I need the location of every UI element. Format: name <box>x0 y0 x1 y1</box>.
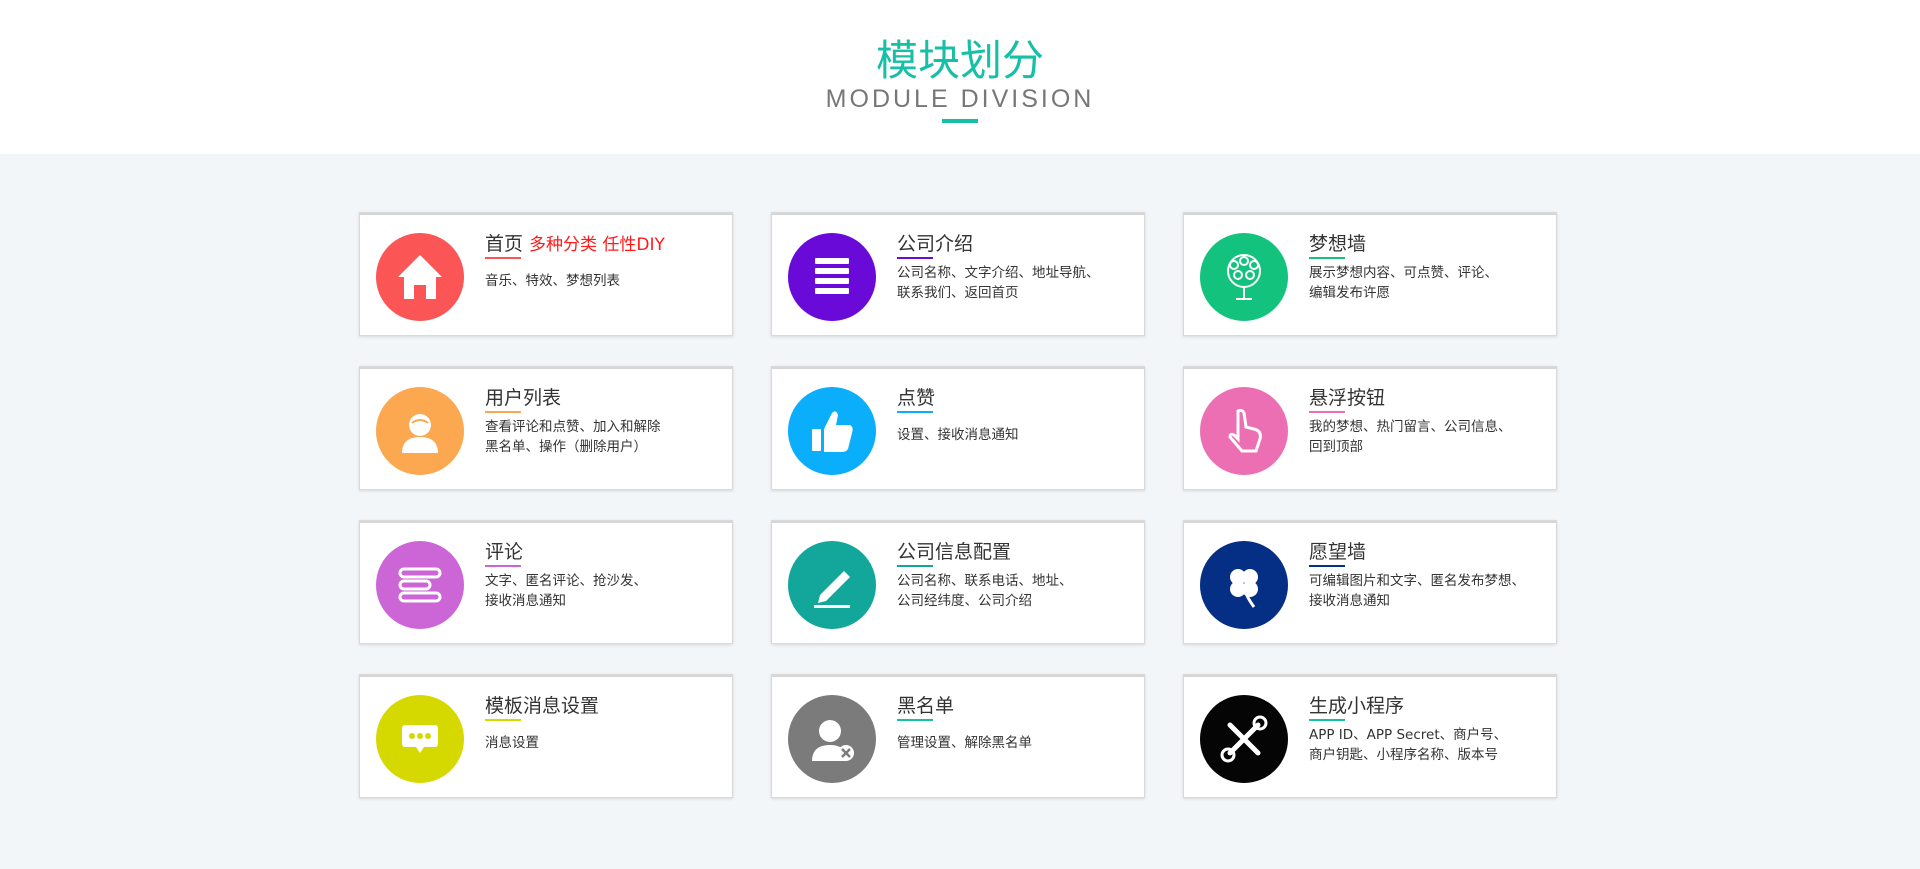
module-description: 文字、匿名评论、抢沙发、 接收消息通知 <box>485 571 725 611</box>
description-line: 公司名称、联系电话、地址、 <box>897 573 1073 589</box>
description-line: APP ID、APP Secret、商户号、 <box>1309 727 1508 743</box>
module-description: 消息设置 <box>485 733 725 753</box>
title-underline <box>897 411 933 413</box>
module-title: 首页 <box>485 231 523 259</box>
user-icon <box>376 387 464 475</box>
module-title-wrap: 用户列表 <box>485 385 561 413</box>
description-line: 接收消息通知 <box>1309 593 1390 609</box>
clover-icon <box>1200 541 1288 629</box>
module-description: 查看评论和点赞、加入和解除 黑名单、操作（删除用户） <box>485 417 725 457</box>
module-description: 音乐、特效、梦想列表 <box>485 271 725 291</box>
module-title-wrap: 生成小程序 <box>1309 693 1404 721</box>
title-underline <box>897 719 933 721</box>
module-title: 生成小程序 <box>1309 693 1404 721</box>
module-description: 公司名称、联系电话、地址、 公司经纬度、公司介绍 <box>897 571 1137 611</box>
title-underline <box>897 565 933 567</box>
tools-icon <box>1200 695 1288 783</box>
description-line: 展示梦想内容、可点赞、评论、 <box>1309 265 1498 281</box>
module-title: 模板消息设置 <box>485 693 599 721</box>
pointer-hand-icon <box>1200 387 1288 475</box>
description-line: 查看评论和点赞、加入和解除 <box>485 419 661 435</box>
description-line: 黑名单、操作（删除用户） <box>485 439 647 455</box>
module-title: 公司信息配置 <box>897 539 1011 567</box>
module-card[interactable]: 愿望墙可编辑图片和文字、匿名发布梦想、 接收消息通知 <box>1183 520 1557 644</box>
module-title-wrap: 公司信息配置 <box>897 539 1011 567</box>
description-line: 公司名称、文字介绍、地址导航、 <box>897 265 1100 281</box>
title-underline <box>1309 257 1345 259</box>
section-title: 模块划分 <box>875 36 1044 85</box>
description-line: 文字、匿名评论、抢沙发、 <box>485 573 647 589</box>
description-line: 接收消息通知 <box>485 593 566 609</box>
comment-lines-icon <box>376 541 464 629</box>
module-title-wrap: 梦想墙 <box>1309 231 1366 259</box>
title-underline <box>942 119 978 123</box>
module-title: 评论 <box>485 539 523 567</box>
description-line: 设置、接收消息通知 <box>897 427 1019 443</box>
chat-bubble-icon <box>376 695 464 783</box>
title-underline <box>485 257 521 259</box>
module-card[interactable]: 模板消息设置消息设置 <box>359 674 733 798</box>
module-description: 设置、接收消息通知 <box>897 425 1137 445</box>
module-title-wrap: 悬浮按钮 <box>1309 385 1385 413</box>
module-card[interactable]: 首页 多种分类 任性DIY 音乐、特效、梦想列表 <box>359 212 733 336</box>
module-title-wrap: 公司介绍 <box>897 231 973 259</box>
description-line: 我的梦想、热门留言、公司信息、 <box>1309 419 1512 435</box>
module-card[interactable]: 黑名单管理设置、解除黑名单 <box>771 674 1145 798</box>
module-description: APP ID、APP Secret、商户号、 商户钥匙、小程序名称、版本号 <box>1309 725 1549 765</box>
section-subtitle: MODULE DIVISION <box>825 85 1095 113</box>
module-card[interactable]: 公司信息配置公司名称、联系电话、地址、 公司经纬度、公司介绍 <box>771 520 1145 644</box>
title-underline <box>1309 411 1345 413</box>
title-underline <box>1309 565 1345 567</box>
description-line: 公司经纬度、公司介绍 <box>897 593 1032 609</box>
module-description: 展示梦想内容、可点赞、评论、 编辑发布许愿 <box>1309 263 1549 303</box>
module-title-wrap: 点赞 <box>897 385 935 413</box>
description-line: 可编辑图片和文字、匿名发布梦想、 <box>1309 573 1525 589</box>
module-card[interactable]: 用户列表查看评论和点赞、加入和解除 黑名单、操作（删除用户） <box>359 366 733 490</box>
module-title: 点赞 <box>897 385 935 413</box>
module-title: 黑名单 <box>897 693 954 721</box>
stack-icon <box>788 233 876 321</box>
module-title-wrap: 评论 <box>485 539 523 567</box>
module-description: 我的梦想、热门留言、公司信息、 回到顶部 <box>1309 417 1549 457</box>
title-underline <box>485 719 521 721</box>
title-underline <box>1309 719 1345 721</box>
description-line: 音乐、特效、梦想列表 <box>485 273 620 289</box>
module-description: 管理设置、解除黑名单 <box>897 733 1137 753</box>
module-card[interactable]: 点赞设置、接收消息通知 <box>771 366 1145 490</box>
user-remove-icon <box>788 695 876 783</box>
description-line: 管理设置、解除黑名单 <box>897 735 1032 751</box>
home-icon <box>376 233 464 321</box>
module-title: 愿望墙 <box>1309 539 1366 567</box>
title-underline <box>897 257 933 259</box>
module-description: 可编辑图片和文字、匿名发布梦想、 接收消息通知 <box>1309 571 1549 611</box>
tree-icon <box>1200 233 1288 321</box>
module-card[interactable]: 梦想墙展示梦想内容、可点赞、评论、 编辑发布许愿 <box>1183 212 1557 336</box>
description-line: 回到顶部 <box>1309 439 1363 455</box>
description-line: 消息设置 <box>485 735 539 751</box>
module-card[interactable]: 悬浮按钮我的梦想、热门留言、公司信息、 回到顶部 <box>1183 366 1557 490</box>
module-title-wrap: 首页 多种分类 任性DIY <box>485 231 665 259</box>
module-title-wrap: 模板消息设置 <box>485 693 599 721</box>
module-title-wrap: 黑名单 <box>897 693 954 721</box>
thumbs-up-icon <box>788 387 876 475</box>
module-highlight: 多种分类 任性DIY <box>529 235 665 255</box>
module-title: 用户列表 <box>485 385 561 413</box>
module-description: 公司名称、文字介绍、地址导航、 联系我们、返回首页 <box>897 263 1137 303</box>
module-title: 悬浮按钮 <box>1309 385 1385 413</box>
module-title-wrap: 愿望墙 <box>1309 539 1366 567</box>
module-card[interactable]: 公司介绍公司名称、文字介绍、地址导航、 联系我们、返回首页 <box>771 212 1145 336</box>
module-card[interactable]: 评论文字、匿名评论、抢沙发、 接收消息通知 <box>359 520 733 644</box>
module-title: 梦想墙 <box>1309 231 1366 259</box>
description-line: 编辑发布许愿 <box>1309 285 1390 301</box>
description-line: 商户钥匙、小程序名称、版本号 <box>1309 747 1498 763</box>
title-underline <box>485 565 521 567</box>
title-underline <box>485 411 521 413</box>
pencil-icon <box>788 541 876 629</box>
module-title: 公司介绍 <box>897 231 973 259</box>
description-line: 联系我们、返回首页 <box>897 285 1019 301</box>
section-header: 模块划分 MODULE DIVISION <box>0 0 1920 154</box>
module-card[interactable]: 生成小程序 APP ID、APP Secret、商户号、 商户钥匙、小程序名称、版本… <box>1183 674 1557 798</box>
